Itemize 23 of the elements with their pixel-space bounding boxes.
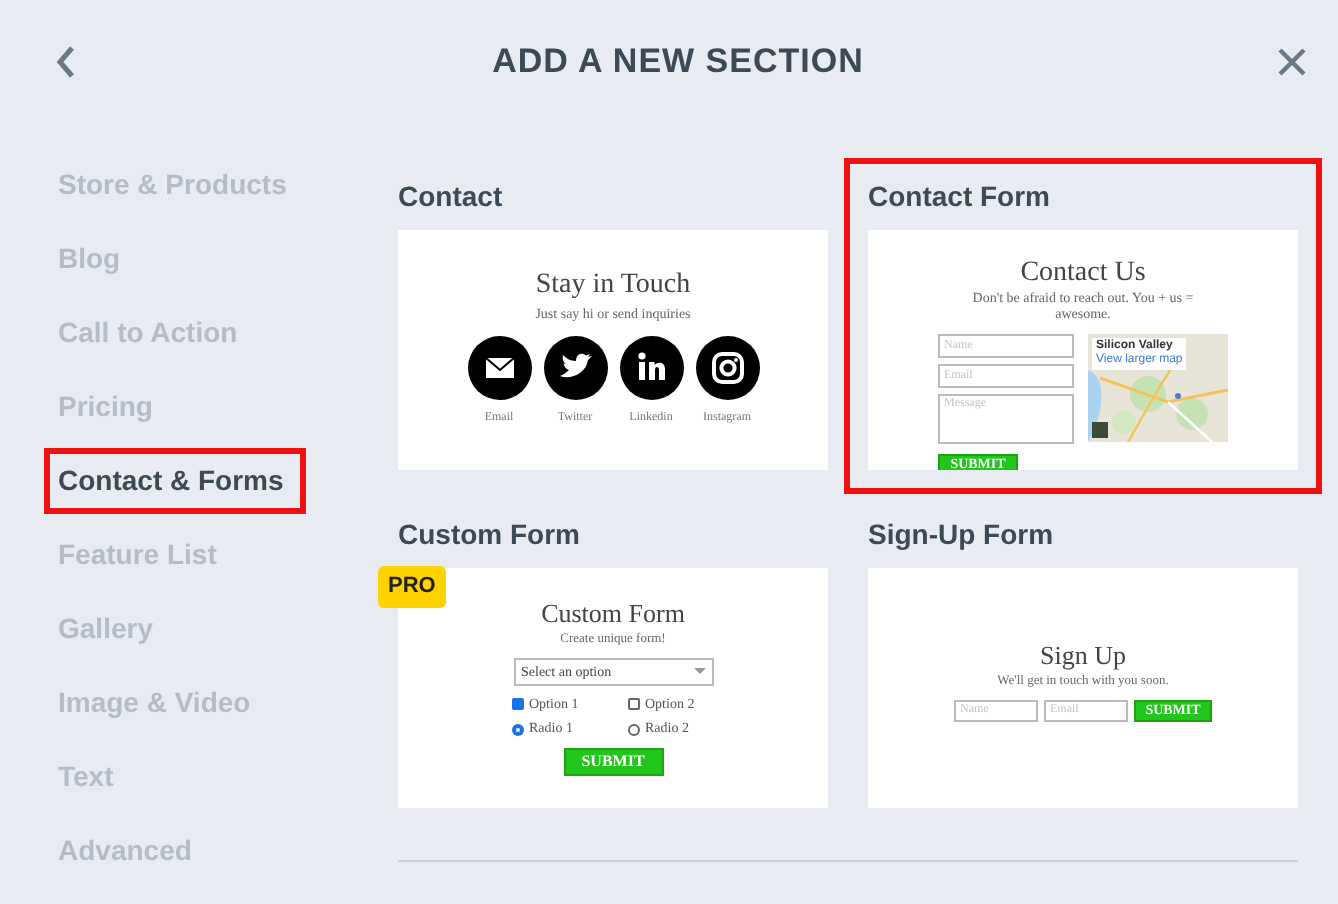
section-title: Contact — [398, 182, 505, 210]
section-title: Sign-Up Form — [868, 520, 1056, 548]
preview-heading: Custom Form — [541, 598, 685, 628]
close-icon[interactable] — [1278, 48, 1306, 76]
pro-badge: PRO — [378, 566, 446, 607]
linkedin-icon — [619, 335, 683, 399]
sidebar-item[interactable]: Contact & Forms — [44, 448, 306, 514]
radio-button[interactable] — [511, 723, 523, 735]
checkbox[interactable] — [627, 698, 639, 710]
preview-heading: Stay in Touch — [535, 270, 691, 302]
preview-heading: Contact Us — [1020, 258, 1146, 290]
camera-icon — [695, 335, 759, 399]
envelope-icon — [467, 335, 531, 399]
back-icon[interactable] — [54, 46, 78, 78]
dialog-title: ADD A NEW SECTION — [492, 40, 864, 85]
radio-button[interactable] — [627, 723, 639, 735]
bird-icon — [543, 335, 607, 399]
submit-button[interactable]: SUBMIT — [563, 747, 663, 776]
dropdown-caret-icon — [693, 668, 705, 675]
checkbox[interactable] — [511, 698, 523, 710]
preview-heading: Sign Up — [1040, 640, 1126, 670]
section-title: Contact Form — [868, 182, 1052, 210]
section-title: Custom Form — [398, 520, 582, 548]
